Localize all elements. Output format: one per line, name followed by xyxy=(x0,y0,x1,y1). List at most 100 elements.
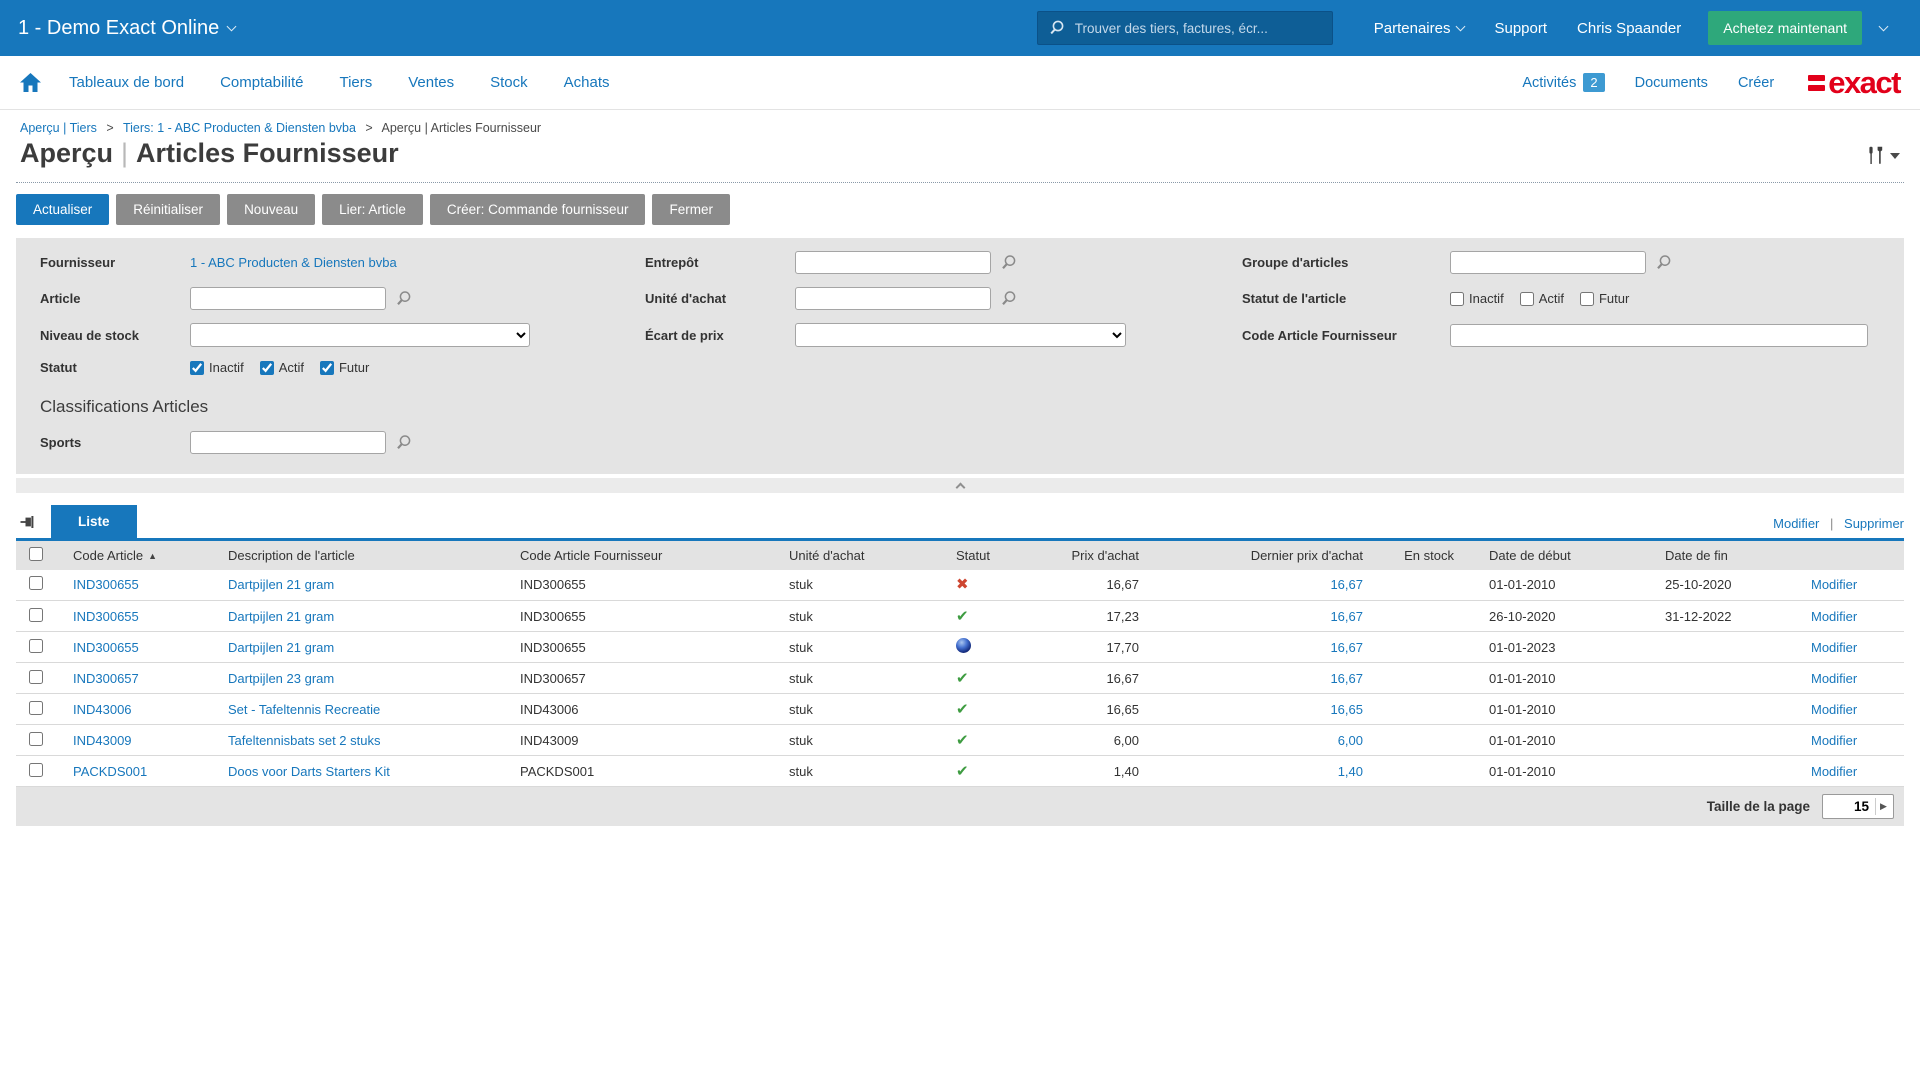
article-code-link[interactable]: IND300655 xyxy=(73,640,139,655)
collapse-filters-bar[interactable] xyxy=(16,478,1904,493)
row-checkbox[interactable] xyxy=(29,608,43,622)
article-description-link[interactable]: Tafeltennisbats set 2 stuks xyxy=(228,733,380,748)
row-modifier-link[interactable]: Modifier xyxy=(1811,577,1857,592)
article-description-link[interactable]: Dartpijlen 21 gram xyxy=(228,609,334,624)
row-checkbox[interactable] xyxy=(29,639,43,653)
row-checkbox[interactable] xyxy=(29,576,43,590)
statut-inactif-checkbox[interactable] xyxy=(190,361,204,375)
pin-icon[interactable] xyxy=(20,515,37,529)
statut-futur-checkbox[interactable] xyxy=(320,361,334,375)
article-code-link[interactable]: IND300655 xyxy=(73,609,139,624)
col-en-stock[interactable]: En stock xyxy=(1376,540,1467,570)
statut-article-actif-checkbox[interactable] xyxy=(1520,292,1534,306)
statut-actif-checkbox[interactable] xyxy=(260,361,274,375)
documents-link[interactable]: Documents xyxy=(1635,75,1708,91)
unite-achat-input[interactable] xyxy=(795,287,991,310)
table-row: IND300655 Dartpijlen 21 gram IND300655 s… xyxy=(16,601,1904,632)
company-switcher[interactable]: 1 - Demo Exact Online xyxy=(18,17,235,40)
article-description-link[interactable]: Dartpijlen 23 gram xyxy=(228,671,334,686)
reinitialiser-button[interactable]: Réinitialiser xyxy=(116,194,220,225)
article-code-link[interactable]: PACKDS001 xyxy=(73,764,147,779)
row-modifier-link[interactable]: Modifier xyxy=(1811,702,1857,717)
row-checkbox[interactable] xyxy=(29,763,43,777)
article-code-link[interactable]: IND43009 xyxy=(73,733,132,748)
last-purchase-price-link[interactable]: 16,67 xyxy=(1330,671,1363,686)
buy-now-button[interactable]: Achetez maintenant xyxy=(1708,11,1862,45)
code-article-fournisseur-input[interactable] xyxy=(1450,324,1868,347)
col-date-debut[interactable]: Date de début xyxy=(1467,540,1654,570)
global-search-input[interactable] xyxy=(1075,21,1322,36)
nav-comptabilite[interactable]: Comptabilité xyxy=(220,74,303,91)
article-code-link[interactable]: IND43006 xyxy=(73,702,132,717)
lier-article-button[interactable]: Lier: Article xyxy=(322,194,423,225)
col-statut[interactable]: Statut xyxy=(945,540,1040,570)
nav-ventes[interactable]: Ventes xyxy=(408,74,454,91)
nav-tableaux-de-bord[interactable]: Tableaux de bord xyxy=(69,74,184,91)
article-code-link[interactable]: IND300657 xyxy=(73,671,139,686)
niveau-stock-select[interactable] xyxy=(190,323,530,347)
col-code-article-fournisseur[interactable]: Code Article Fournisseur xyxy=(509,540,778,570)
article-description-link[interactable]: Doos voor Darts Starters Kit xyxy=(228,764,390,779)
nav-tiers[interactable]: Tiers xyxy=(339,74,372,91)
last-purchase-price-link[interactable]: 16,67 xyxy=(1330,577,1363,592)
partenaires-menu[interactable]: Partenaires xyxy=(1374,20,1465,37)
topbar-more-menu[interactable] xyxy=(1880,27,1887,30)
fournisseur-value-link[interactable]: 1 - ABC Producten & Diensten bvba xyxy=(190,255,397,270)
next-page-icon[interactable]: ▶ xyxy=(1875,798,1891,815)
last-purchase-price-link[interactable]: 16,67 xyxy=(1330,609,1363,624)
col-description[interactable]: Description de l'article xyxy=(217,540,509,570)
col-unite-achat[interactable]: Unité d'achat xyxy=(778,540,945,570)
statut-article-inactif-checkbox[interactable] xyxy=(1450,292,1464,306)
ecart-prix-select[interactable] xyxy=(795,323,1126,347)
article-description-link[interactable]: Set - Tafeltennis Recreatie xyxy=(228,702,380,717)
search-icon[interactable] xyxy=(1000,254,1018,272)
col-prix-achat[interactable]: Prix d'achat xyxy=(1040,540,1152,570)
support-link[interactable]: Support xyxy=(1494,20,1547,37)
row-modifier-link[interactable]: Modifier xyxy=(1811,609,1857,624)
list-modifier-link[interactable]: Modifier xyxy=(1773,516,1819,531)
statut-article-futur-checkbox[interactable] xyxy=(1580,292,1594,306)
article-description-link[interactable]: Dartpijlen 21 gram xyxy=(228,577,334,592)
sports-input[interactable] xyxy=(190,431,386,454)
col-date-fin[interactable]: Date de fin xyxy=(1654,540,1800,570)
last-purchase-price-link[interactable]: 6,00 xyxy=(1338,733,1363,748)
fermer-button[interactable]: Fermer xyxy=(652,194,730,225)
breadcrumb-tiers-abc[interactable]: Tiers: 1 - ABC Producten & Diensten bvba xyxy=(123,121,356,135)
select-all-checkbox[interactable] xyxy=(29,547,43,561)
page-settings-menu[interactable] xyxy=(1867,146,1900,165)
article-code-link[interactable]: IND300655 xyxy=(73,577,139,592)
search-icon[interactable] xyxy=(395,434,413,452)
col-code-article[interactable]: Code Article▲ xyxy=(62,540,217,570)
row-modifier-link[interactable]: Modifier xyxy=(1811,764,1857,779)
last-purchase-price-link[interactable]: 16,65 xyxy=(1330,702,1363,717)
breadcrumb-apercu-tiers[interactable]: Aperçu | Tiers xyxy=(20,121,97,135)
list-supprimer-link[interactable]: Supprimer xyxy=(1844,516,1904,531)
row-checkbox[interactable] xyxy=(29,701,43,715)
col-dernier-prix[interactable]: Dernier prix d'achat xyxy=(1152,540,1376,570)
actualiser-button[interactable]: Actualiser xyxy=(16,194,109,225)
nav-stock[interactable]: Stock xyxy=(490,74,528,91)
last-purchase-price-link[interactable]: 16,67 xyxy=(1330,640,1363,655)
article-input[interactable] xyxy=(190,287,386,310)
last-purchase-price-link[interactable]: 1,40 xyxy=(1338,764,1363,779)
activites-link[interactable]: Activités 2 xyxy=(1522,73,1604,92)
row-checkbox[interactable] xyxy=(29,732,43,746)
creer-link[interactable]: Créer xyxy=(1738,75,1774,91)
groupe-articles-input[interactable] xyxy=(1450,251,1646,274)
search-icon[interactable] xyxy=(395,290,413,308)
nouveau-button[interactable]: Nouveau xyxy=(227,194,315,225)
home-icon[interactable] xyxy=(20,73,41,92)
global-search[interactable] xyxy=(1037,11,1333,45)
nav-achats[interactable]: Achats xyxy=(564,74,610,91)
tab-liste[interactable]: Liste xyxy=(51,505,137,538)
row-modifier-link[interactable]: Modifier xyxy=(1811,640,1857,655)
entrepot-input[interactable] xyxy=(795,251,991,274)
search-icon[interactable] xyxy=(1000,290,1018,308)
creer-commande-button[interactable]: Créer: Commande fournisseur xyxy=(430,194,646,225)
row-modifier-link[interactable]: Modifier xyxy=(1811,671,1857,686)
user-menu[interactable]: Chris Spaander xyxy=(1577,20,1681,37)
search-icon[interactable] xyxy=(1655,254,1673,272)
row-checkbox[interactable] xyxy=(29,670,43,684)
article-description-link[interactable]: Dartpijlen 21 gram xyxy=(228,640,334,655)
row-modifier-link[interactable]: Modifier xyxy=(1811,733,1857,748)
